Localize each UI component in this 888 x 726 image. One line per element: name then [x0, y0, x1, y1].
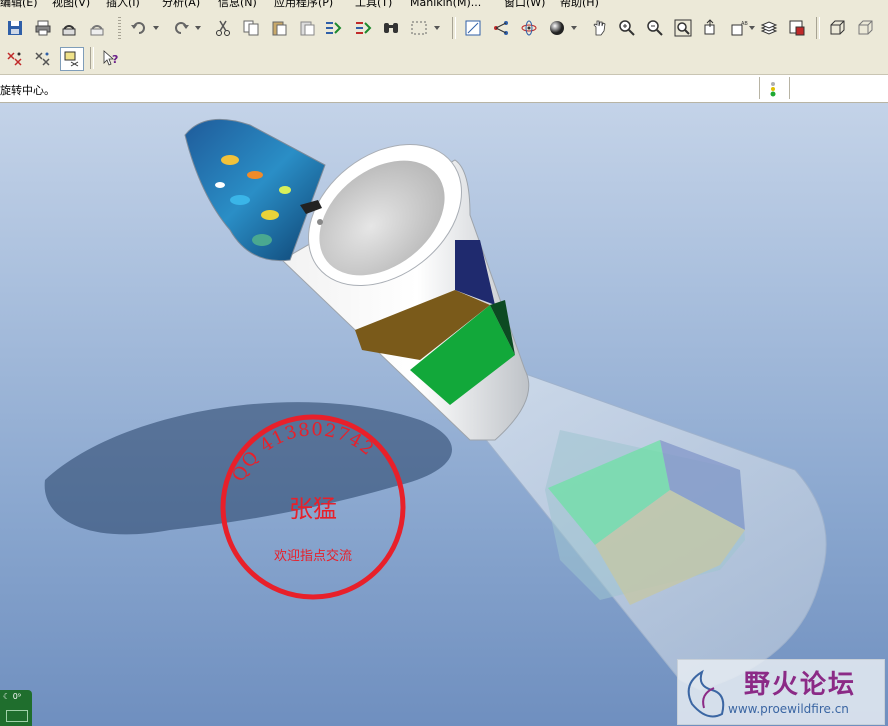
- watermark-title: 野火论坛: [744, 670, 857, 700]
- message-area: 旋转中心。: [0, 75, 888, 103]
- drain-hole: [317, 219, 323, 225]
- save-icon[interactable]: [4, 17, 26, 39]
- zoom-out-icon[interactable]: [644, 17, 666, 39]
- pan-icon[interactable]: [588, 17, 610, 39]
- datum-points-icon[interactable]: [60, 47, 84, 71]
- datum-axes-icon[interactable]: [32, 47, 54, 69]
- datum-planes-icon[interactable]: [4, 47, 26, 69]
- svg-text:?: ?: [112, 53, 118, 66]
- graphics-window[interactable]: QQ 413802742 张猛 欢迎指点交流 ☾ 0⁹ 野火论坛 www.pro…: [0, 103, 888, 726]
- menu-applications[interactable]: 应用程序(P): [274, 0, 333, 10]
- ime-status: ☾ 0⁹: [3, 692, 22, 701]
- undo-icon[interactable]: [128, 17, 150, 39]
- select-dropdown[interactable]: [433, 17, 441, 39]
- menu-analysis[interactable]: 分析(A): [162, 0, 200, 10]
- regeneration-status-icon[interactable]: [768, 80, 778, 98]
- message-divider: [789, 77, 790, 99]
- input-method-widget[interactable]: ☾ 0⁹: [0, 690, 32, 726]
- named-view-dropdown[interactable]: [748, 17, 756, 39]
- paste-icon[interactable]: [268, 17, 290, 39]
- view-manager-icon[interactable]: [786, 17, 808, 39]
- toolbar-separator: [452, 17, 456, 39]
- zoom-in-icon[interactable]: [616, 17, 638, 39]
- send-mail-icon[interactable]: [58, 17, 80, 39]
- find-icon[interactable]: [380, 17, 402, 39]
- context-help-icon[interactable]: ?: [100, 47, 122, 69]
- redo-icon[interactable]: [170, 17, 192, 39]
- menu-info[interactable]: 信息(N): [218, 0, 257, 10]
- menu-manikin[interactable]: Manikin(M)...: [410, 0, 481, 10]
- forum-watermark: 野火论坛 www.proewildfire.cn: [677, 659, 885, 725]
- reorient-icon[interactable]: [700, 17, 722, 39]
- refit-icon[interactable]: [672, 17, 694, 39]
- spin-center-icon[interactable]: [518, 17, 540, 39]
- menu-help[interactable]: 帮助(H): [560, 0, 599, 10]
- send-mail-alt-icon[interactable]: [86, 17, 108, 39]
- toolbar-separator: [90, 47, 94, 69]
- message-divider: [759, 77, 760, 99]
- regenerate-manager-icon[interactable]: [352, 17, 374, 39]
- select-box-icon[interactable]: [408, 17, 430, 39]
- regenerate-icon[interactable]: [322, 17, 344, 39]
- model-scene: QQ 413802742 张猛 欢迎指点交流: [44, 118, 827, 691]
- svg-text:AB: AB: [741, 21, 748, 27]
- menu-window[interactable]: 窗口(W): [504, 0, 545, 10]
- watermark-url: www.proewildfire.cn: [728, 702, 849, 716]
- orient-icon[interactable]: [462, 17, 484, 39]
- stamp-name: 张猛: [289, 495, 337, 523]
- wireframe-icon[interactable]: [826, 17, 848, 39]
- datum-axis-icon[interactable]: [490, 17, 512, 39]
- redo-dropdown[interactable]: [194, 17, 202, 39]
- display-style-dropdown[interactable]: [570, 17, 578, 39]
- cut-icon[interactable]: [212, 17, 234, 39]
- paste-special-icon[interactable]: [296, 17, 318, 39]
- keyboard-icon[interactable]: [6, 710, 28, 722]
- datum-toolbar: ?: [0, 44, 888, 75]
- menu-tools[interactable]: 工具(T): [355, 0, 392, 10]
- print-icon[interactable]: [32, 17, 54, 39]
- shading-icon[interactable]: [546, 17, 568, 39]
- named-view-icon[interactable]: AB: [728, 17, 750, 39]
- menu-edit[interactable]: 编辑(E): [0, 0, 38, 10]
- main-toolbar: AB: [0, 12, 888, 45]
- hidden-line-icon[interactable]: [854, 17, 876, 39]
- stamp-motto: 欢迎指点交流: [274, 548, 352, 564]
- menu-insert[interactable]: 插入(I): [106, 0, 140, 10]
- toolbar-separator: [816, 17, 820, 39]
- menu-view[interactable]: 视图(V): [52, 0, 90, 10]
- copy-icon[interactable]: [240, 17, 262, 39]
- layers-icon[interactable]: [758, 17, 780, 39]
- menu-bar: 编辑(E) 视图(V) 插入(I) 分析(A) 信息(N) 应用程序(P) 工具…: [0, 0, 888, 12]
- toolbar-grip[interactable]: [118, 17, 121, 39]
- undo-dropdown[interactable]: [152, 17, 160, 39]
- status-message: 旋转中心。: [0, 84, 55, 97]
